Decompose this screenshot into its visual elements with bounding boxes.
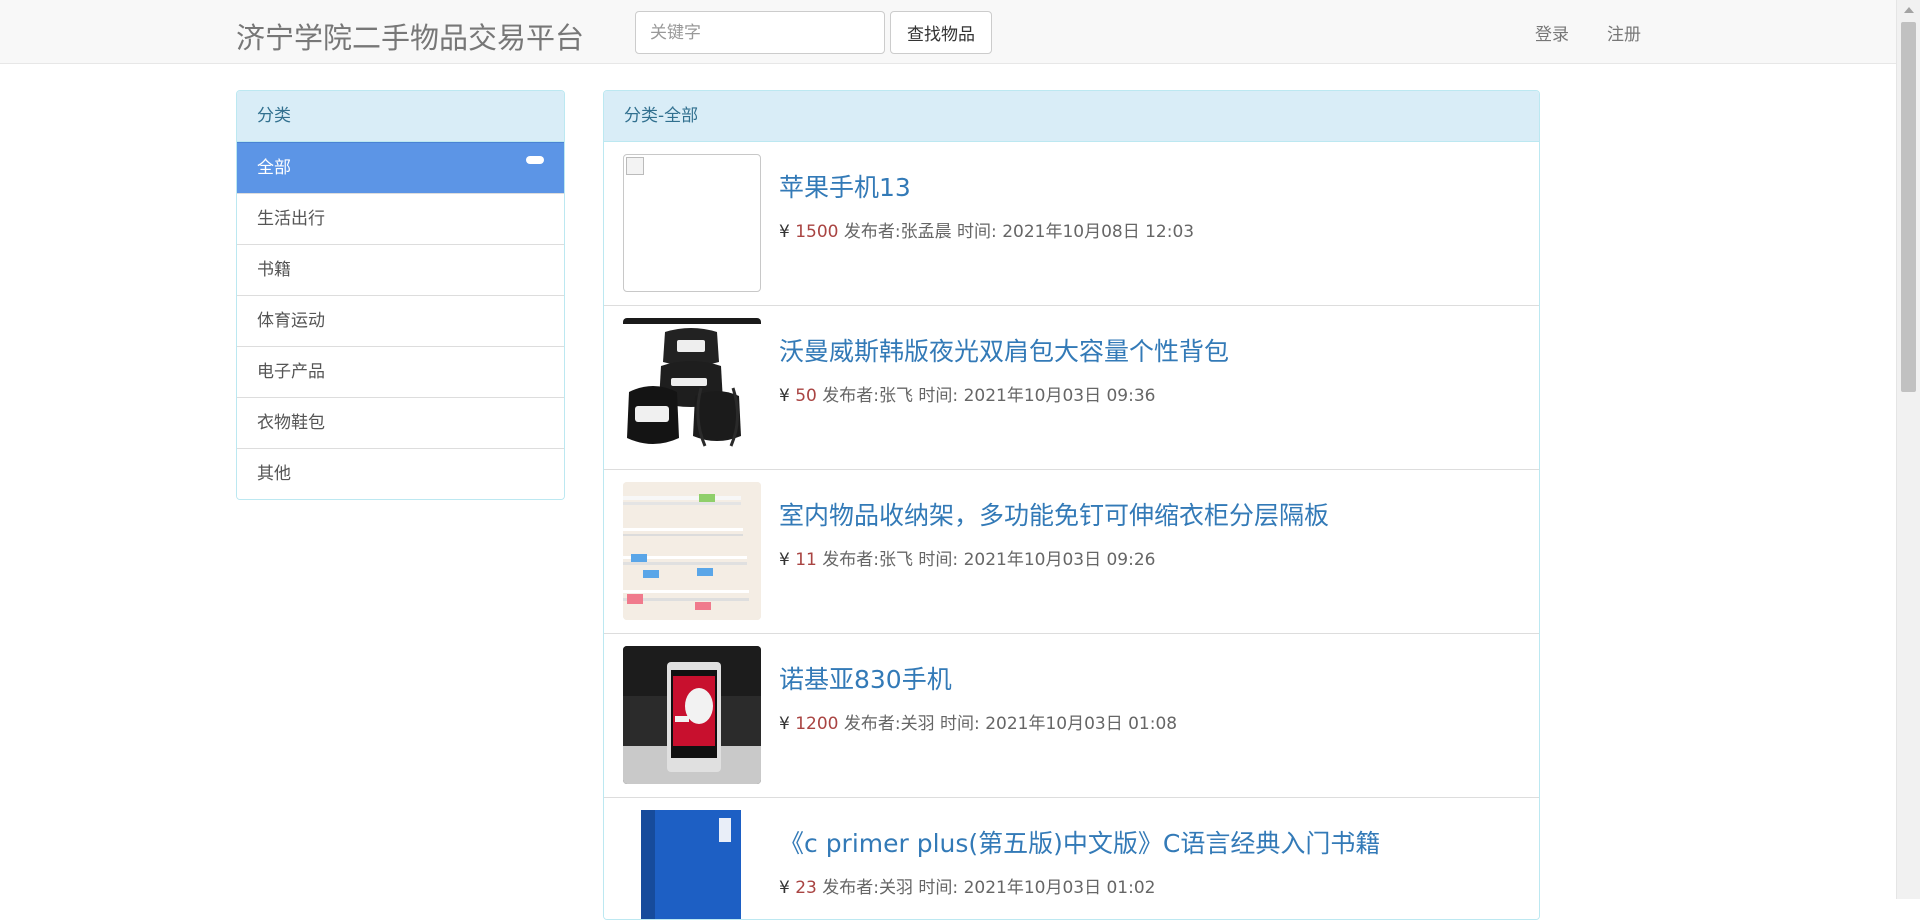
- book-photo-icon: [623, 810, 761, 919]
- item-price: 1500: [795, 222, 839, 242]
- list-item: 室内物品收纳架，多功能免钉可伸缩衣柜分层隔板 ¥ 11 发布者:张飞 时间: 2…: [604, 470, 1539, 634]
- item-title-link[interactable]: 《c primer plus(第五版)中文版》C语言经典入门书籍: [779, 824, 1380, 860]
- item-image[interactable]: [623, 810, 761, 919]
- top-navbar: 济宁学院二手物品交易平台 查找物品 登录 注册: [0, 0, 1896, 64]
- item-price: 50: [795, 386, 817, 406]
- category-badge: [526, 156, 544, 164]
- item-image[interactable]: [623, 482, 761, 620]
- category-item-label: 书籍: [257, 260, 291, 280]
- login-link[interactable]: 登录: [1535, 20, 1569, 45]
- item-publisher: 发布者:关羽: [843, 714, 935, 734]
- currency-symbol: ¥: [779, 222, 790, 242]
- category-item-label: 其他: [257, 464, 291, 484]
- item-title-link[interactable]: 诺基亚830手机: [779, 660, 952, 696]
- item-list-panel: 分类-全部 苹果手机13 ¥ 1500 发布者:张孟晨 时间: 2021年10月…: [603, 90, 1540, 920]
- category-item-electronics[interactable]: 电子产品: [237, 346, 564, 397]
- currency-symbol: ¥: [779, 714, 790, 734]
- item-time: 2021年10月03日 09:36: [963, 386, 1156, 406]
- category-item-books[interactable]: 书籍: [237, 244, 564, 295]
- category-panel: 分类 全部 生活出行 书籍 体育运动 电子产品 衣物鞋包 其他: [236, 90, 565, 500]
- search-input[interactable]: [635, 11, 885, 54]
- currency-symbol: ¥: [779, 386, 790, 406]
- item-publisher: 发布者:张飞: [822, 550, 914, 570]
- category-item-other[interactable]: 其他: [237, 448, 564, 499]
- category-panel-title: 分类: [237, 91, 564, 142]
- item-price: 11: [795, 550, 817, 570]
- category-item-label: 全部: [257, 158, 291, 178]
- site-brand[interactable]: 济宁学院二手物品交易平台: [236, 15, 584, 57]
- shelf-photo-icon: [623, 482, 761, 620]
- category-item-label: 生活出行: [257, 209, 325, 229]
- item-image[interactable]: [623, 646, 761, 784]
- category-item-sports[interactable]: 体育运动: [237, 295, 564, 346]
- item-time: 2021年10月03日 01:08: [985, 714, 1178, 734]
- item-title-link[interactable]: 苹果手机13: [779, 168, 911, 204]
- item-title-link[interactable]: 沃曼威斯韩版夜光双肩包大容量个性背包: [779, 332, 1229, 368]
- category-item-label: 体育运动: [257, 311, 325, 331]
- item-meta: ¥ 11 发布者:张飞 时间: 2021年10月03日 09:26: [779, 545, 1156, 570]
- page-scrollbar[interactable]: [1896, 0, 1920, 899]
- item-time: 2021年10月03日 01:02: [963, 878, 1156, 898]
- item-list-heading: 分类-全部: [604, 91, 1539, 142]
- currency-symbol: ¥: [779, 878, 790, 898]
- item-image[interactable]: [623, 318, 761, 456]
- category-item-clothing-bags[interactable]: 衣物鞋包: [237, 397, 564, 448]
- broken-image-icon: [626, 157, 644, 175]
- item-time-label: 时间:: [918, 386, 959, 406]
- item-publisher: 发布者:张飞: [822, 386, 914, 406]
- category-item-all[interactable]: 全部: [237, 142, 564, 193]
- item-time-label: 时间:: [918, 550, 959, 570]
- item-meta: ¥ 1200 发布者:关羽 时间: 2021年10月03日 01:08: [779, 709, 1177, 734]
- currency-symbol: ¥: [779, 550, 790, 570]
- item-meta: ¥ 50 发布者:张飞 时间: 2021年10月03日 09:36: [779, 381, 1156, 406]
- backpack-photo-icon: [623, 318, 761, 456]
- scroll-thumb[interactable]: [1901, 22, 1916, 392]
- item-time-label: 时间:: [918, 878, 959, 898]
- item-time: 2021年10月03日 09:26: [963, 550, 1156, 570]
- phone-photo-icon: [623, 646, 761, 784]
- list-item: 诺基亚830手机 ¥ 1200 发布者:关羽 时间: 2021年10月03日 0…: [604, 634, 1539, 798]
- item-time-label: 时间:: [940, 714, 980, 734]
- item-time: 2021年10月08日 12:03: [1002, 222, 1195, 242]
- item-image[interactable]: [623, 154, 761, 292]
- list-item: 沃曼威斯韩版夜光双肩包大容量个性背包 ¥ 50 发布者:张飞 时间: 2021年…: [604, 306, 1539, 470]
- item-meta: ¥ 23 发布者:关羽 时间: 2021年10月03日 01:02: [779, 873, 1156, 898]
- item-time-label: 时间:: [957, 222, 997, 242]
- scroll-up-arrow-icon[interactable]: [1904, 7, 1914, 13]
- register-link[interactable]: 注册: [1607, 20, 1641, 45]
- list-item: 《c primer plus(第五版)中文版》C语言经典入门书籍 ¥ 23 发布…: [604, 798, 1539, 919]
- item-price: 23: [795, 878, 817, 898]
- category-item-label: 衣物鞋包: [257, 413, 325, 433]
- category-item-life-travel[interactable]: 生活出行: [237, 193, 564, 244]
- item-meta: ¥ 1500 发布者:张孟晨 时间: 2021年10月08日 12:03: [779, 217, 1194, 242]
- item-publisher: 发布者:关羽: [822, 878, 914, 898]
- list-item: 苹果手机13 ¥ 1500 发布者:张孟晨 时间: 2021年10月08日 12…: [604, 142, 1539, 306]
- search-button[interactable]: 查找物品: [890, 11, 992, 54]
- item-price: 1200: [795, 714, 839, 734]
- category-item-label: 电子产品: [257, 362, 325, 382]
- category-list: 全部 生活出行 书籍 体育运动 电子产品 衣物鞋包 其他: [237, 142, 564, 499]
- item-publisher: 发布者:张孟晨: [843, 222, 952, 242]
- item-title-link[interactable]: 室内物品收纳架，多功能免钉可伸缩衣柜分层隔板: [779, 496, 1329, 532]
